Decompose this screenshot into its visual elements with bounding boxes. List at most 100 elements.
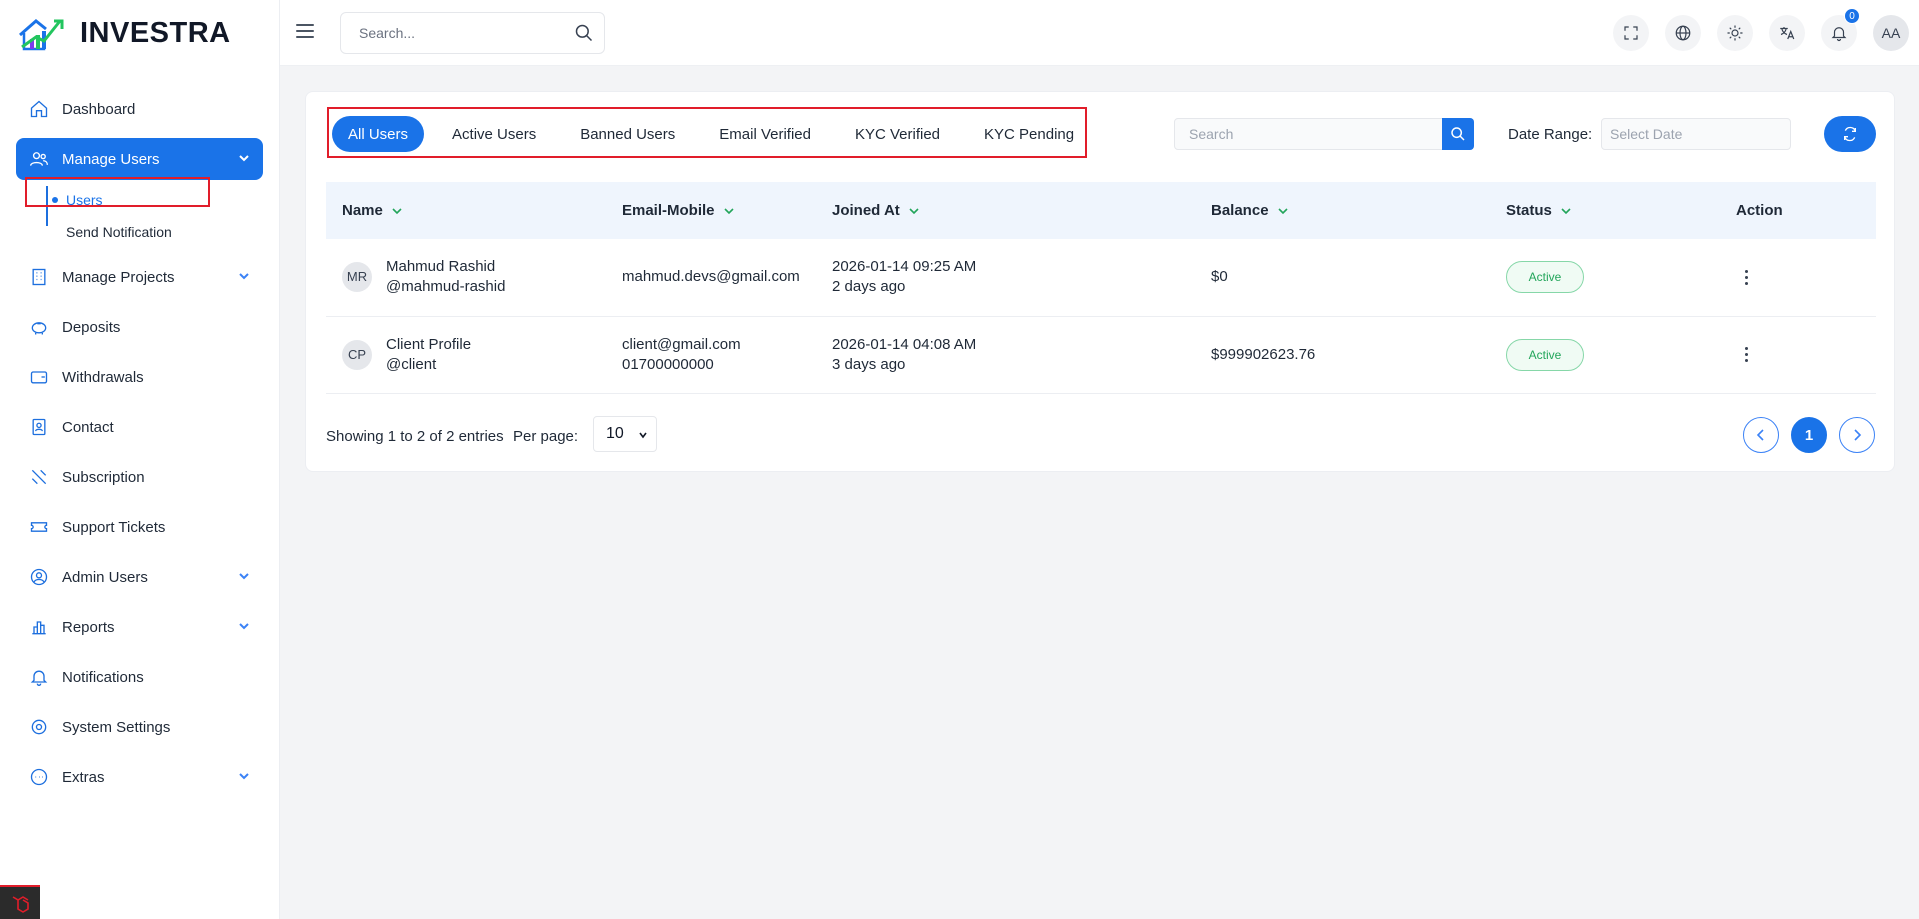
laravel-debug-icon[interactable] bbox=[0, 885, 40, 919]
chevron-right-icon bbox=[1854, 429, 1862, 441]
email-mobile-cell: client@gmail.com 01700000000 bbox=[606, 316, 816, 393]
user-email: mahmud.devs@gmail.com bbox=[622, 268, 800, 286]
sidebar-item-label: Contact bbox=[62, 418, 114, 436]
sidebar-item-manage-users[interactable]: Manage Users bbox=[16, 138, 263, 180]
more-actions-icon[interactable] bbox=[1736, 265, 1756, 289]
user-avatar[interactable]: AA bbox=[1873, 15, 1909, 51]
column-header-joined-at[interactable]: Joined At bbox=[816, 182, 1195, 239]
column-header-balance[interactable]: Balance bbox=[1195, 182, 1490, 239]
user-username: @mahmud-rashid bbox=[386, 278, 506, 296]
user-name[interactable]: Mahmud Rashid bbox=[386, 257, 505, 277]
sidebar-item-manage-projects[interactable]: Manage Projects bbox=[16, 256, 263, 298]
sun-icon bbox=[1727, 25, 1743, 41]
status-badge: Active bbox=[1506, 338, 1584, 371]
joined-cell: 2026-01-14 09:25 AM 2 days ago bbox=[816, 239, 1195, 316]
home-icon bbox=[28, 98, 50, 120]
sidebar-item-label: Notifications bbox=[62, 668, 144, 686]
sidebar-subitem-label: Users bbox=[66, 192, 103, 208]
sidebar: INVESTRA Dashboard Manage Users Users Se… bbox=[0, 0, 280, 919]
sort-chevron-icon bbox=[1561, 208, 1571, 215]
sidebar-item-withdrawals[interactable]: Withdrawals bbox=[16, 356, 263, 398]
tab-banned-users[interactable]: Banned Users bbox=[564, 116, 691, 152]
chevron-down-icon bbox=[237, 619, 251, 633]
sidebar-item-label: Subscription bbox=[62, 468, 145, 486]
action-cell bbox=[1720, 316, 1876, 393]
brand[interactable]: INVESTRA bbox=[0, 0, 279, 66]
contact-icon bbox=[28, 416, 50, 438]
search-icon[interactable] bbox=[574, 23, 594, 43]
sidebar-item-deposits[interactable]: Deposits bbox=[16, 306, 263, 348]
date-range-input[interactable] bbox=[1602, 119, 1782, 149]
table-search bbox=[1174, 118, 1474, 150]
user-name[interactable]: Client Profile bbox=[386, 335, 471, 355]
users-table: Name Email-Mobile Joined At Balance Stat… bbox=[326, 182, 1876, 394]
joined-ago: 2 days ago bbox=[832, 278, 906, 296]
sort-chevron-icon bbox=[1277, 208, 1288, 215]
menu-toggle-icon[interactable] bbox=[296, 20, 320, 44]
user-email: client@gmail.com bbox=[622, 335, 741, 353]
global-search bbox=[340, 12, 605, 54]
sidebar-item-notifications[interactable]: Notifications bbox=[16, 656, 263, 698]
refresh-button[interactable] bbox=[1824, 116, 1876, 152]
brand-name: INVESTRA bbox=[80, 16, 231, 49]
avatar: MR bbox=[342, 262, 372, 293]
fullscreen-button[interactable] bbox=[1613, 15, 1649, 51]
page-button-current[interactable]: 1 bbox=[1791, 417, 1827, 453]
theme-toggle-button[interactable] bbox=[1717, 15, 1753, 51]
sidebar-item-admin-users[interactable]: Admin Users bbox=[16, 556, 263, 598]
joined-date: 2026-01-14 09:25 AM bbox=[832, 258, 977, 276]
tab-kyc-verified[interactable]: KYC Verified bbox=[839, 116, 956, 152]
entries-info: Showing 1 to 2 of 2 entries bbox=[326, 428, 504, 445]
next-page-button[interactable] bbox=[1839, 417, 1875, 453]
table-search-input[interactable] bbox=[1175, 119, 1445, 149]
sidebar-item-contact[interactable]: Contact bbox=[16, 406, 263, 448]
status-cell: Active bbox=[1490, 316, 1720, 393]
bullet-icon bbox=[52, 229, 58, 235]
sidebar-item-label: Withdrawals bbox=[62, 368, 144, 386]
notifications-button[interactable]: 0 bbox=[1821, 8, 1860, 51]
tab-email-verified[interactable]: Email Verified bbox=[703, 116, 827, 152]
prev-page-button[interactable] bbox=[1743, 417, 1779, 453]
sidebar-item-dashboard[interactable]: Dashboard bbox=[16, 88, 263, 130]
sidebar-subitem-label: Send Notification bbox=[66, 224, 172, 240]
bar-chart-icon bbox=[28, 616, 50, 638]
column-header-email-mobile[interactable]: Email-Mobile bbox=[606, 182, 816, 239]
gear-icon bbox=[28, 716, 50, 738]
sidebar-subitem-send-notification[interactable]: Send Notification bbox=[52, 218, 172, 246]
tab-active-users[interactable]: Active Users bbox=[436, 116, 552, 152]
table-header-row: Name Email-Mobile Joined At Balance Stat… bbox=[326, 182, 1876, 239]
sidebar-item-label: Deposits bbox=[62, 318, 121, 336]
tab-kyc-pending[interactable]: KYC Pending bbox=[968, 116, 1090, 152]
sidebar-item-system-settings[interactable]: System Settings bbox=[16, 706, 263, 748]
users-icon bbox=[28, 148, 50, 170]
sidebar-item-reports[interactable]: Reports bbox=[16, 606, 263, 648]
more-actions-icon[interactable] bbox=[1736, 343, 1756, 367]
sidebar-subitem-users[interactable]: Users bbox=[52, 186, 103, 214]
submenu-line bbox=[46, 186, 48, 226]
tab-all-users[interactable]: All Users bbox=[332, 116, 425, 152]
chevron-left-icon bbox=[1756, 429, 1764, 441]
joined-cell: 2026-01-14 04:08 AM 3 days ago bbox=[816, 316, 1195, 393]
global-search-input[interactable] bbox=[341, 13, 551, 53]
sidebar-item-support-tickets[interactable]: Support Tickets bbox=[16, 506, 263, 548]
balance-cell: $0 bbox=[1211, 268, 1228, 286]
table-row: MR Mahmud Rashid @mahmud-rashid mahmud.d… bbox=[326, 239, 1876, 316]
column-header-status[interactable]: Status bbox=[1490, 182, 1720, 239]
column-header-action: Action bbox=[1736, 202, 1783, 219]
piggy-bank-icon bbox=[28, 316, 50, 338]
table-search-button[interactable] bbox=[1442, 118, 1474, 150]
sidebar-item-subscription[interactable]: Subscription bbox=[16, 456, 263, 498]
status-badge: Active bbox=[1506, 261, 1584, 294]
sidebar-item-label: Support Tickets bbox=[62, 518, 166, 536]
refresh-icon bbox=[1844, 126, 1856, 142]
sidebar-item-extras[interactable]: Extras bbox=[16, 756, 263, 798]
sidebar-item-label: Extras bbox=[62, 768, 105, 786]
notification-count-badge: 0 bbox=[1844, 8, 1860, 24]
avatar: CP bbox=[342, 339, 372, 370]
column-header-name[interactable]: Name bbox=[326, 182, 606, 239]
language-button[interactable] bbox=[1665, 15, 1701, 51]
translate-button[interactable] bbox=[1769, 15, 1805, 51]
chevron-down-icon bbox=[237, 269, 251, 283]
balance-cell: $999902623.76 bbox=[1211, 345, 1316, 363]
per-page-select[interactable]: 10 bbox=[593, 416, 657, 452]
